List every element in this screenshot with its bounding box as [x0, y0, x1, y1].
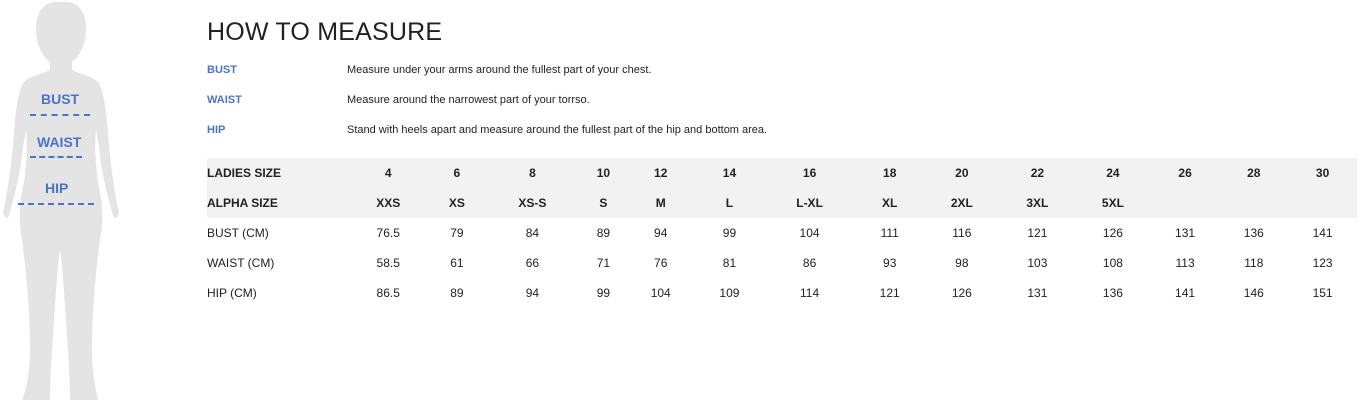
- table-row: WAIST (CM) 58.5 61 66 71 76 81 86 93 98 103 108 113 1…: [207, 248, 1357, 278]
- table-cell: 89: [450, 286, 464, 300]
- table-cell: 114: [800, 286, 820, 300]
- table-cell: XXS: [347, 188, 430, 218]
- table-cell: 121: [1027, 226, 1048, 240]
- table-cell: 79: [450, 226, 464, 240]
- table-cell: 104: [650, 286, 671, 300]
- row-header: WAIST (CM): [207, 256, 275, 270]
- table-cell: 2XL: [924, 188, 1000, 218]
- table-cell: 108: [1102, 256, 1123, 270]
- body-silhouette: BUST WAIST HIP: [0, 0, 120, 400]
- row-header: BUST (CM): [207, 226, 269, 240]
- table-cell: 131: [1027, 286, 1048, 300]
- table-cell: 136: [1243, 226, 1264, 240]
- table-cell: 126: [951, 286, 972, 300]
- female-figure-icon: [3, 2, 119, 400]
- table-cell: 118: [1244, 256, 1264, 270]
- table-cell: 8: [484, 158, 581, 188]
- waist-dashed-line: [30, 156, 82, 158]
- table-cell: 28: [1219, 158, 1289, 188]
- table-row: BUST (CM) 76.5 79 84 89 94 99 104 111 116 121 126 13…: [207, 218, 1357, 248]
- measure-description: Stand with heels apart and measure aroun…: [347, 124, 768, 136]
- measure-key: WAIST: [207, 94, 242, 106]
- table-row: LADIES SIZE 4 6 8 10 12 14 16 18 20 22 24 26 28 30: [207, 158, 1357, 188]
- table-row: HIP (CM) 86.5 89 94 99 104 109 114 121 126 131 136 1…: [207, 278, 1357, 308]
- table-cell: L: [695, 188, 764, 218]
- measure-key: HIP: [207, 124, 226, 136]
- measure-row-waist: WAIST Measure around the narrowest part …: [207, 94, 1347, 114]
- measure-description: Measure around the narrowest part of you…: [347, 94, 590, 106]
- table-cell: 131: [1175, 226, 1196, 240]
- table-cell: 104: [799, 226, 820, 240]
- table-cell: 18: [855, 158, 925, 188]
- table-cell: 76: [654, 256, 668, 270]
- table-cell: 109: [719, 286, 740, 300]
- figure-label-bust: BUST: [41, 91, 80, 107]
- table-cell: 103: [1027, 256, 1048, 270]
- table-cell: 94: [525, 286, 540, 300]
- table-cell: L-XL: [763, 188, 856, 218]
- table-cell: 71: [596, 256, 611, 270]
- table-cell: 86.5: [376, 286, 400, 300]
- table-cell: 58.5: [376, 256, 400, 270]
- table-cell: 12: [626, 158, 696, 188]
- table-cell: 141: [1175, 286, 1196, 300]
- measure-description: Measure under your arms around the fulle…: [347, 64, 652, 76]
- table-cell: 116: [952, 226, 972, 240]
- table-cell: 141: [1312, 226, 1333, 240]
- table-cell: 113: [1175, 256, 1195, 270]
- row-header: HIP (CM): [207, 286, 257, 300]
- table-cell: 146: [1243, 286, 1264, 300]
- table-cell: 123: [1312, 256, 1333, 270]
- table-cell: 136: [1102, 286, 1123, 300]
- table-cell: 14: [695, 158, 764, 188]
- table-cell: 5XL: [1075, 188, 1151, 218]
- table-row: ALPHA SIZE XXS XS XS-S S M L L-XL XL 2XL 3XL 5XL: [207, 188, 1357, 218]
- table-cell: 84: [525, 226, 540, 240]
- table-cell: 98: [955, 256, 969, 270]
- figure-label-hip: HIP: [45, 180, 69, 196]
- measure-key: BUST: [207, 64, 237, 76]
- table-cell: M: [626, 188, 696, 218]
- table-cell: 4: [347, 158, 430, 188]
- measure-row-bust: BUST Measure under your arms around the …: [207, 64, 1347, 84]
- row-header: LADIES SIZE: [207, 158, 347, 188]
- table-cell: 121: [879, 286, 900, 300]
- table-cell: S: [580, 188, 627, 218]
- table-cell: 89: [596, 226, 611, 240]
- table-cell: 16: [763, 158, 856, 188]
- table-cell: 94: [654, 226, 668, 240]
- table-cell: 26: [1150, 158, 1220, 188]
- table-cell: XS-S: [484, 188, 581, 218]
- table-cell: 30: [1288, 158, 1357, 188]
- table-cell: 6: [429, 158, 485, 188]
- table-cell: 81: [722, 256, 737, 270]
- table-cell: 66: [525, 256, 540, 270]
- table-cell: 3XL: [999, 188, 1076, 218]
- page-title: HOW TO MEASURE: [207, 18, 443, 46]
- table-cell: 76.5: [376, 226, 400, 240]
- table-cell: [1219, 188, 1289, 218]
- table-cell: 99: [596, 286, 611, 300]
- table-cell: 10: [580, 158, 627, 188]
- table-cell: 93: [883, 256, 897, 270]
- table-cell: [1150, 188, 1220, 218]
- table-cell: XS: [429, 188, 485, 218]
- table-cell: 22: [999, 158, 1076, 188]
- table-cell: 151: [1312, 286, 1333, 300]
- table-cell: XL: [855, 188, 925, 218]
- table-cell: 86: [802, 256, 817, 270]
- table-cell: 24: [1075, 158, 1151, 188]
- figure-label-waist: WAIST: [37, 134, 82, 150]
- table-cell: 99: [722, 226, 737, 240]
- row-header: ALPHA SIZE: [207, 188, 347, 218]
- bust-dashed-line: [30, 114, 90, 116]
- table-cell: 126: [1102, 226, 1123, 240]
- size-chart-table: LADIES SIZE 4 6 8 10 12 14 16 18 20 22 24 26 28 30 ALPH…: [207, 158, 1357, 308]
- table-cell: 61: [450, 256, 464, 270]
- measure-row-hip: HIP Stand with heels apart and measure a…: [207, 124, 1347, 144]
- hip-dashed-line: [18, 203, 94, 205]
- table-cell: [1288, 188, 1357, 218]
- table-cell: 111: [880, 226, 899, 240]
- table-cell: 20: [924, 158, 1000, 188]
